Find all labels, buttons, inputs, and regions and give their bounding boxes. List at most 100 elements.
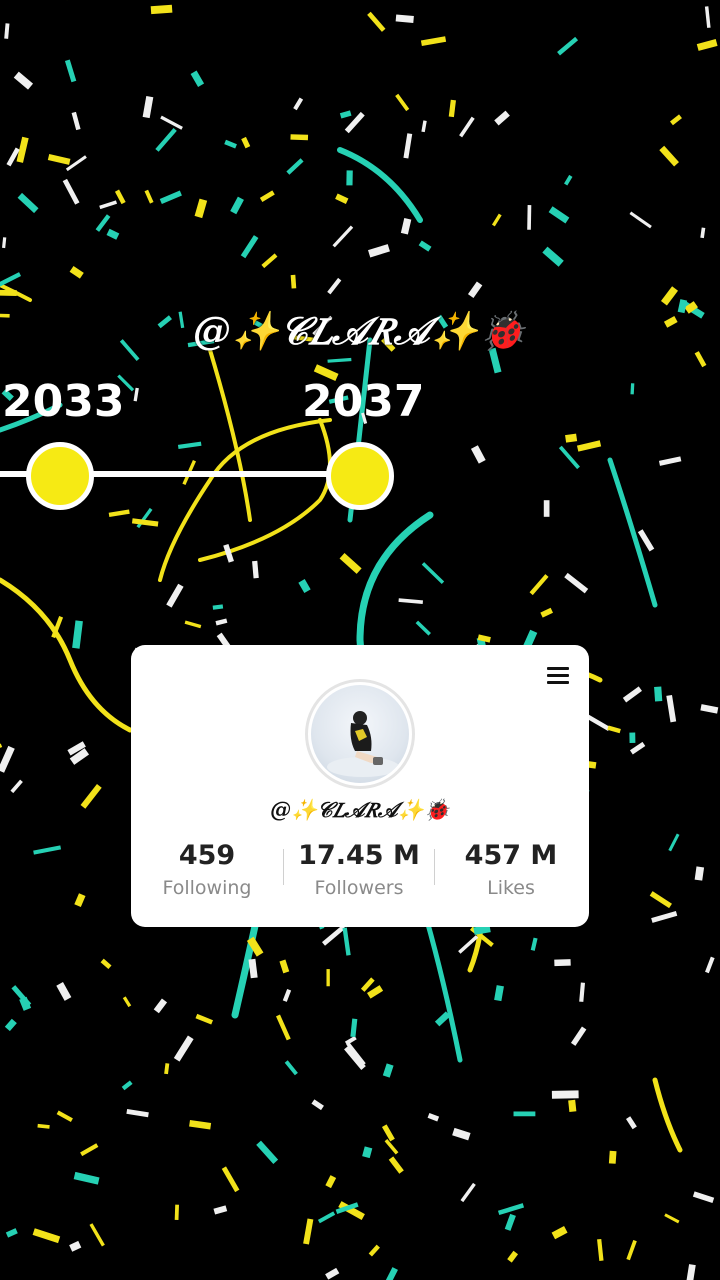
confetti-bit: [212, 604, 224, 610]
confetti-bit: [4, 1018, 17, 1032]
avatar-image: [311, 685, 409, 783]
confetti-bit: [99, 200, 118, 210]
confetti-bit: [106, 228, 120, 240]
streamer-yellow: [652, 1077, 683, 1153]
confetti-bit: [326, 969, 330, 987]
avatar[interactable]: [305, 679, 415, 789]
timeline-dot-start: [26, 442, 94, 510]
confetti-bit: [284, 1060, 298, 1076]
confetti-bit: [568, 1099, 577, 1113]
confetti-bit: [173, 1035, 194, 1062]
confetti-bit: [133, 387, 139, 402]
confetti-bit: [174, 1204, 179, 1221]
confetti-bit: [73, 1171, 100, 1185]
confetti-bit: [47, 153, 71, 165]
confetti-bit: [56, 1110, 73, 1123]
confetti-bit: [659, 145, 679, 167]
stat-divider: [283, 849, 284, 885]
timeline-year-start: 2033: [2, 376, 125, 427]
stat-following[interactable]: 459 Following: [131, 841, 283, 901]
confetti-bit: [252, 560, 259, 579]
confetti-bit: [241, 136, 251, 149]
confetti-bit: [153, 998, 168, 1014]
confetti-bit: [150, 4, 173, 15]
confetti-bit: [367, 11, 386, 32]
confetti-bit: [190, 70, 205, 87]
confetti-bit: [684, 1264, 696, 1280]
timeline-dot-end: [326, 442, 394, 510]
confetti-bit: [427, 1112, 440, 1122]
confetti-bit: [69, 1240, 82, 1252]
confetti-bit: [100, 958, 112, 970]
confetti-bit: [69, 265, 84, 279]
confetti-bit: [459, 116, 475, 138]
confetti-bit: [381, 1124, 395, 1142]
confetti-bit: [382, 1063, 394, 1078]
confetti-bit: [224, 139, 237, 149]
confetti-bit: [142, 96, 154, 119]
confetti-bit: [494, 985, 504, 1002]
timeline-year-end: 2037: [302, 376, 425, 427]
confetti-bit: [164, 1063, 170, 1075]
confetti-bit: [388, 1156, 404, 1174]
stat-followers[interactable]: 17.45 M Followers: [283, 841, 435, 901]
confetti-bit: [622, 686, 642, 703]
confetti-bit: [286, 158, 304, 175]
confetti-bit: [2, 237, 7, 249]
confetti-bit: [80, 784, 102, 809]
confetti-bit: [448, 99, 456, 118]
stat-value: 459: [178, 840, 236, 871]
confetti-bit: [256, 1140, 279, 1164]
confetti-bit: [513, 1111, 536, 1117]
profile-handle: @✨𝒞𝐿𝒜𝑅𝒜✨🐞: [270, 797, 450, 822]
confetti-bit: [317, 1211, 336, 1224]
confetti-bit: [579, 982, 585, 1002]
confetti-bit: [89, 1223, 105, 1247]
confetti-bit: [629, 732, 636, 743]
confetti-bit: [10, 779, 23, 794]
confetti-bit: [551, 1225, 568, 1240]
confetti-bit: [282, 988, 292, 1002]
confetti-bit: [421, 120, 427, 133]
confetti-bit: [400, 217, 412, 235]
confetti-bit: [704, 6, 711, 28]
confetti-bit: [564, 572, 589, 594]
confetti-bit: [554, 959, 571, 967]
confetti-bit: [452, 1127, 471, 1141]
confetti-bit: [64, 59, 77, 83]
stat-value: 17.45 M: [298, 840, 420, 871]
confetti-bit: [418, 240, 432, 252]
confetti-bit: [335, 193, 349, 204]
stat-label: Followers: [314, 877, 404, 899]
confetti-bit: [497, 1203, 525, 1216]
confetti-bit: [558, 445, 580, 470]
confetti-bit: [122, 996, 132, 1008]
confetti-bit: [629, 741, 646, 755]
confetti-bit: [71, 111, 81, 131]
confetti-bit: [586, 714, 611, 731]
confetti-bit: [626, 1239, 637, 1261]
confetti-bit: [279, 959, 290, 974]
confetti-bit: [0, 289, 17, 296]
overlay-handle: @✨𝒞𝐿𝒜𝑅𝒜✨🐞: [192, 308, 528, 353]
confetti-bit: [290, 274, 297, 289]
confetti-bit: [551, 1090, 579, 1099]
confetti-bit: [565, 433, 578, 443]
confetti-bit: [311, 1099, 324, 1111]
confetti-bit: [527, 205, 532, 230]
stat-label: Likes: [487, 877, 535, 899]
confetti-bit: [189, 1119, 212, 1130]
confetti-bit: [114, 189, 126, 205]
confetti-bit: [160, 115, 183, 130]
confetti-bit: [4, 23, 10, 39]
hamburger-menu-icon[interactable]: [547, 667, 569, 685]
confetti-bit: [325, 1267, 340, 1280]
confetti-bit: [403, 133, 413, 159]
confetti-bit: [649, 891, 672, 909]
profile-card: @✨𝒞𝐿𝒜𝑅𝒜✨🐞 459 Following 17.45 M Follower…: [131, 645, 589, 927]
stat-label: Following: [162, 877, 252, 899]
confetti-bit: [491, 213, 502, 227]
profile-stats: 459 Following 17.45 M Followers 457 M Li…: [131, 841, 589, 901]
stat-likes[interactable]: 457 M Likes: [435, 841, 587, 901]
confetti-bit: [705, 956, 715, 974]
